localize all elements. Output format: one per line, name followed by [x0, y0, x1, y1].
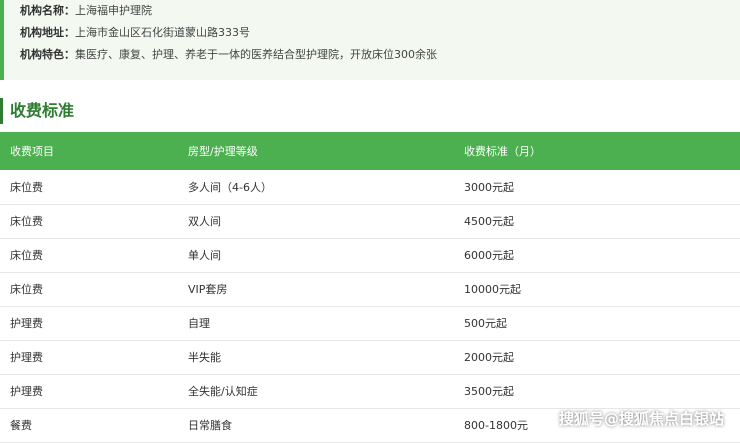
- table-header-row: 收费项目 房型/护理等级 收费标准（月）: [0, 132, 740, 170]
- cell-room-type: 全失能/认知症: [188, 374, 464, 409]
- table-row: 床位费 VIP套房 10000元起: [0, 272, 740, 307]
- table-row: 床位费 多人间（4-6人） 3000元起: [0, 170, 740, 205]
- cell-fee-item: 床位费: [0, 238, 188, 273]
- cell-room-type: VIP套房: [188, 272, 464, 307]
- cell-fee-standard: 6000元起: [464, 238, 740, 273]
- cell-room-type: 自理: [188, 306, 464, 341]
- institution-address-row: 机构地址：上海市金山区石化街道蒙山路333号: [20, 26, 250, 40]
- cell-fee-standard: 500元起: [464, 306, 740, 341]
- cell-fee-item: 床位费: [0, 204, 188, 239]
- section-title: 收费标准: [0, 98, 74, 124]
- table-row: 护理费 自理 500元起: [0, 306, 740, 341]
- cell-fee-standard: 3000元起: [464, 170, 740, 205]
- cell-fee-standard: 4500元起: [464, 204, 740, 239]
- cell-room-type: 多人间（4-6人）: [188, 170, 464, 205]
- institution-info-box: 机构名称：上海福申护理院 机构地址：上海市金山区石化街道蒙山路333号 机构特色…: [0, 0, 740, 80]
- header-fee-standard: 收费标准（月）: [464, 132, 740, 170]
- cell-room-type: 单人间: [188, 238, 464, 273]
- cell-fee-item: 床位费: [0, 170, 188, 205]
- cell-fee-standard: 2000元起: [464, 340, 740, 375]
- header-room-type: 房型/护理等级: [188, 132, 464, 170]
- watermark: 搜狐号@搜狐焦点白银站: [558, 410, 724, 428]
- institution-feature-row: 机构特色：集医疗、康复、护理、养老于一体的医养结合型护理院，开放床位300余张: [20, 48, 437, 62]
- table-row: 护理费 全失能/认知症 3500元起: [0, 374, 740, 409]
- institution-address-label: 机构地址：: [20, 26, 75, 39]
- cell-fee-item: 护理费: [0, 374, 188, 409]
- table-row: 床位费 单人间 6000元起: [0, 238, 740, 273]
- cell-fee-item: 餐费: [0, 408, 188, 443]
- cell-fee-item: 护理费: [0, 306, 188, 341]
- institution-feature-value: 集医疗、康复、护理、养老于一体的医养结合型护理院，开放床位300余张: [75, 48, 437, 61]
- institution-feature-label: 机构特色：: [20, 48, 75, 61]
- table-row: 护理费 半失能 2000元起: [0, 340, 740, 375]
- cell-fee-standard: 3500元起: [464, 374, 740, 409]
- cell-fee-standard: 10000元起: [464, 272, 740, 307]
- header-fee-item: 收费项目: [0, 132, 188, 170]
- table-row: 床位费 双人间 4500元起: [0, 204, 740, 239]
- fee-table: 收费项目 房型/护理等级 收费标准（月） 床位费 多人间（4-6人） 3000元…: [0, 132, 740, 443]
- cell-room-type: 半失能: [188, 340, 464, 375]
- institution-name-row: 机构名称：上海福申护理院: [20, 4, 152, 18]
- cell-room-type: 日常膳食: [188, 408, 464, 443]
- institution-name-label: 机构名称：: [20, 4, 75, 17]
- institution-name-value: 上海福申护理院: [75, 4, 152, 17]
- cell-room-type: 双人间: [188, 204, 464, 239]
- institution-address-value: 上海市金山区石化街道蒙山路333号: [75, 26, 250, 39]
- cell-fee-item: 床位费: [0, 272, 188, 307]
- cell-fee-item: 护理费: [0, 340, 188, 375]
